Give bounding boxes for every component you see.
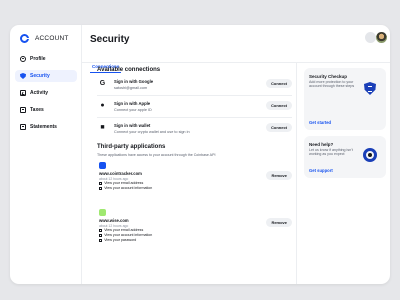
wise-icon	[99, 209, 106, 216]
help-card: Need help? Let us know if anything isn't…	[304, 136, 386, 178]
connect-google-button[interactable]: Connect	[266, 79, 292, 88]
checkbox-icon	[99, 238, 103, 243]
checkbox-icon	[99, 181, 103, 186]
sidebar-item-statements[interactable]: Statements	[15, 121, 77, 133]
connection-row-wallet: ■ Sign in with wallet Connect your crypt…	[97, 121, 292, 143]
card-body: Add more protection to your account thro…	[309, 80, 355, 89]
sidebar-item-profile[interactable]: Profile	[15, 53, 77, 65]
user-icon	[20, 56, 26, 62]
cointracker-icon	[99, 162, 106, 169]
main-content: Available connections G Sign in with Goo…	[82, 62, 297, 284]
section-title-connections: Available connections	[97, 67, 161, 73]
app-window: ACCOUNT Profile Security Activity Taxes …	[10, 25, 390, 284]
wallet-icon: ■	[100, 124, 105, 131]
activity-icon	[20, 90, 26, 96]
sidebar-nav: Profile Security Activity Taxes Statemen…	[15, 53, 77, 138]
sidebar-item-label: Activity	[30, 90, 49, 96]
statements-icon	[20, 124, 26, 131]
remove-cointracker-button[interactable]: Remove	[266, 171, 292, 180]
coinbase-logo-icon	[20, 34, 29, 43]
app-name: ACCOUNT	[35, 35, 69, 42]
permission-label: View your account information	[104, 186, 153, 190]
app-name: www.cointracker.com	[99, 171, 142, 176]
sidebar-item-label: Security	[30, 73, 50, 79]
card-title: Security Checkup	[309, 74, 348, 79]
connection-detail: Connect your crypto wallet and use to si…	[114, 129, 190, 134]
sidebar-item-label: Taxes	[30, 107, 44, 113]
app-row-wise: www.wise.com about 12 hours ago View you…	[97, 209, 292, 245]
remove-wise-button[interactable]: Remove	[266, 218, 292, 227]
sidebar-item-taxes[interactable]: Taxes	[15, 104, 77, 116]
app-connected-time: about 12 hours ago	[99, 223, 129, 228]
avatar[interactable]	[376, 32, 387, 43]
page-title: Security	[90, 34, 130, 45]
section-subtitle-third-party: These applications have access to your a…	[97, 153, 216, 157]
notifications-button[interactable]	[365, 32, 376, 43]
row-divider	[97, 117, 292, 118]
section-title-third-party: Third-party applications	[97, 144, 166, 150]
connection-name: Sign in with wallet	[114, 123, 151, 128]
sidebar-item-activity[interactable]: Activity	[15, 87, 77, 99]
connect-wallet-button[interactable]: Connect	[266, 123, 292, 132]
sidebar-item-label: Profile	[30, 56, 46, 62]
checkbox-icon	[99, 228, 103, 233]
security-checkup-card: Security Checkup Add more protection to …	[304, 68, 386, 130]
checkbox-icon	[99, 186, 103, 191]
permission-item: View your account information	[99, 186, 152, 191]
connection-detail: Connect your apple ID	[114, 107, 152, 112]
shield-art-icon	[364, 82, 376, 95]
app-connected-time: about 12 hours ago	[99, 176, 129, 181]
connect-apple-button[interactable]: Connect	[266, 101, 292, 110]
app-logo[interactable]: ACCOUNT	[20, 34, 69, 43]
app-name: www.wise.com	[99, 218, 129, 223]
connection-name: Sign in with Google	[114, 79, 154, 84]
row-divider	[97, 95, 292, 96]
apple-icon: ●	[100, 102, 105, 109]
google-icon: G	[99, 80, 106, 87]
lifebuoy-art-icon	[363, 148, 377, 162]
permission-list: View your email address View your accoun…	[99, 181, 152, 191]
card-title: Need help?	[309, 142, 334, 147]
get-support-link[interactable]: Get support	[309, 168, 333, 173]
taxes-icon	[20, 107, 26, 113]
get-started-link[interactable]: Get started	[309, 120, 331, 125]
permission-list: View your email address View your accoun…	[99, 228, 152, 243]
connection-name: Sign in with Apple	[114, 101, 151, 106]
checkbox-icon	[99, 233, 103, 238]
sidebar-item-security[interactable]: Security	[15, 70, 77, 82]
permission-item: View your password	[99, 238, 152, 243]
sidebar: ACCOUNT Profile Security Activity Taxes …	[10, 25, 82, 284]
sidebar-item-label: Statements	[30, 124, 57, 130]
permission-label: View your password	[104, 238, 137, 242]
connection-detail: satoshi@gmail.com	[114, 85, 148, 90]
card-body: Let us know if anything isn't working as…	[309, 148, 353, 157]
app-row-cointracker: www.cointracker.com about 12 hours ago V…	[97, 162, 292, 198]
shield-icon	[20, 73, 26, 79]
